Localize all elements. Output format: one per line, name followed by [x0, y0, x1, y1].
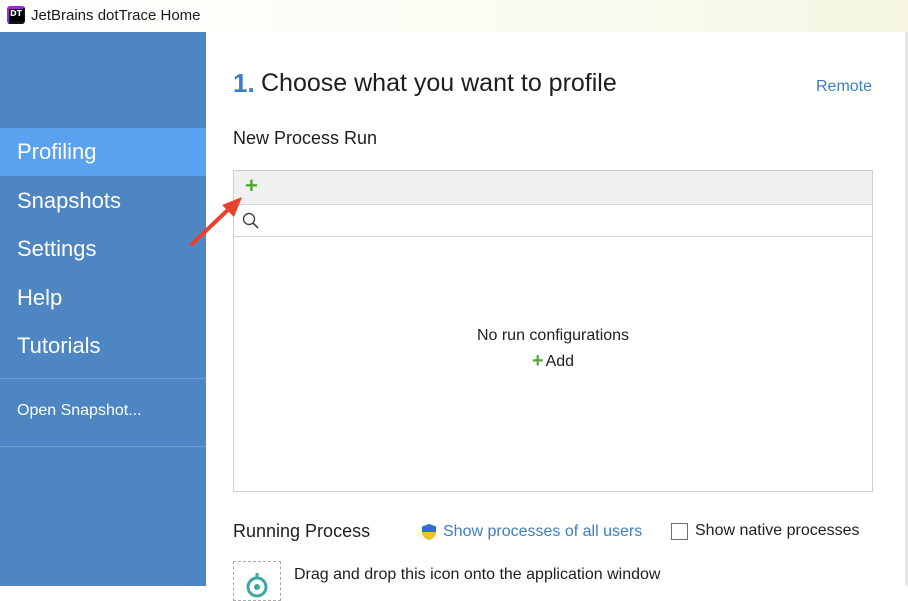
sidebar-divider [0, 446, 206, 447]
drag-drop-hint: Drag and drop this icon onto the applica… [294, 566, 661, 583]
search-input[interactable] [266, 209, 860, 233]
sidebar: Profiling Snapshots Settings Help Tutori… [0, 32, 206, 586]
run-config-toolbar: + [234, 171, 872, 205]
run-configurations-panel: + No run configurations + Add [233, 170, 873, 492]
window-title: JetBrains dotTrace Home [31, 7, 201, 24]
sidebar-item-snapshots[interactable]: Snapshots [0, 177, 206, 225]
uac-shield-icon [422, 524, 436, 540]
show-native-processes-label: Show native processes [695, 522, 860, 539]
sidebar-item-settings[interactable]: Settings [0, 225, 206, 273]
add-configuration-icon[interactable]: + [245, 175, 261, 197]
annotation-arrow-icon [190, 197, 242, 246]
show-all-users-link[interactable]: Show processes of all users [443, 523, 642, 541]
show-native-processes-checkbox[interactable] [671, 523, 688, 540]
page-title: Choose what you want to profile [261, 69, 617, 97]
dottrace-logo-icon: DT [7, 6, 25, 24]
crosshair-target-icon [246, 573, 268, 598]
add-label: Add [545, 353, 575, 370]
drag-target-box[interactable] [233, 561, 281, 601]
remote-link[interactable]: Remote [816, 78, 872, 96]
sidebar-divider [0, 378, 206, 379]
new-process-run-title: New Process Run [233, 128, 378, 148]
empty-state-message: No run configurations [476, 327, 630, 344]
title-bar: DT JetBrains dotTrace Home [0, 0, 908, 32]
open-snapshot-link[interactable]: Open Snapshot... [17, 402, 142, 420]
sidebar-item-help[interactable]: Help [0, 274, 206, 322]
search-bar [234, 205, 872, 237]
plus-icon: + [531, 350, 544, 372]
sidebar-item-tutorials[interactable]: Tutorials [0, 322, 206, 370]
add-configuration-link[interactable]: + Add [234, 350, 872, 373]
step-number: 1. [233, 68, 255, 98]
sidebar-item-profiling[interactable]: Profiling [0, 128, 206, 176]
running-process-title: Running Process [233, 521, 371, 541]
